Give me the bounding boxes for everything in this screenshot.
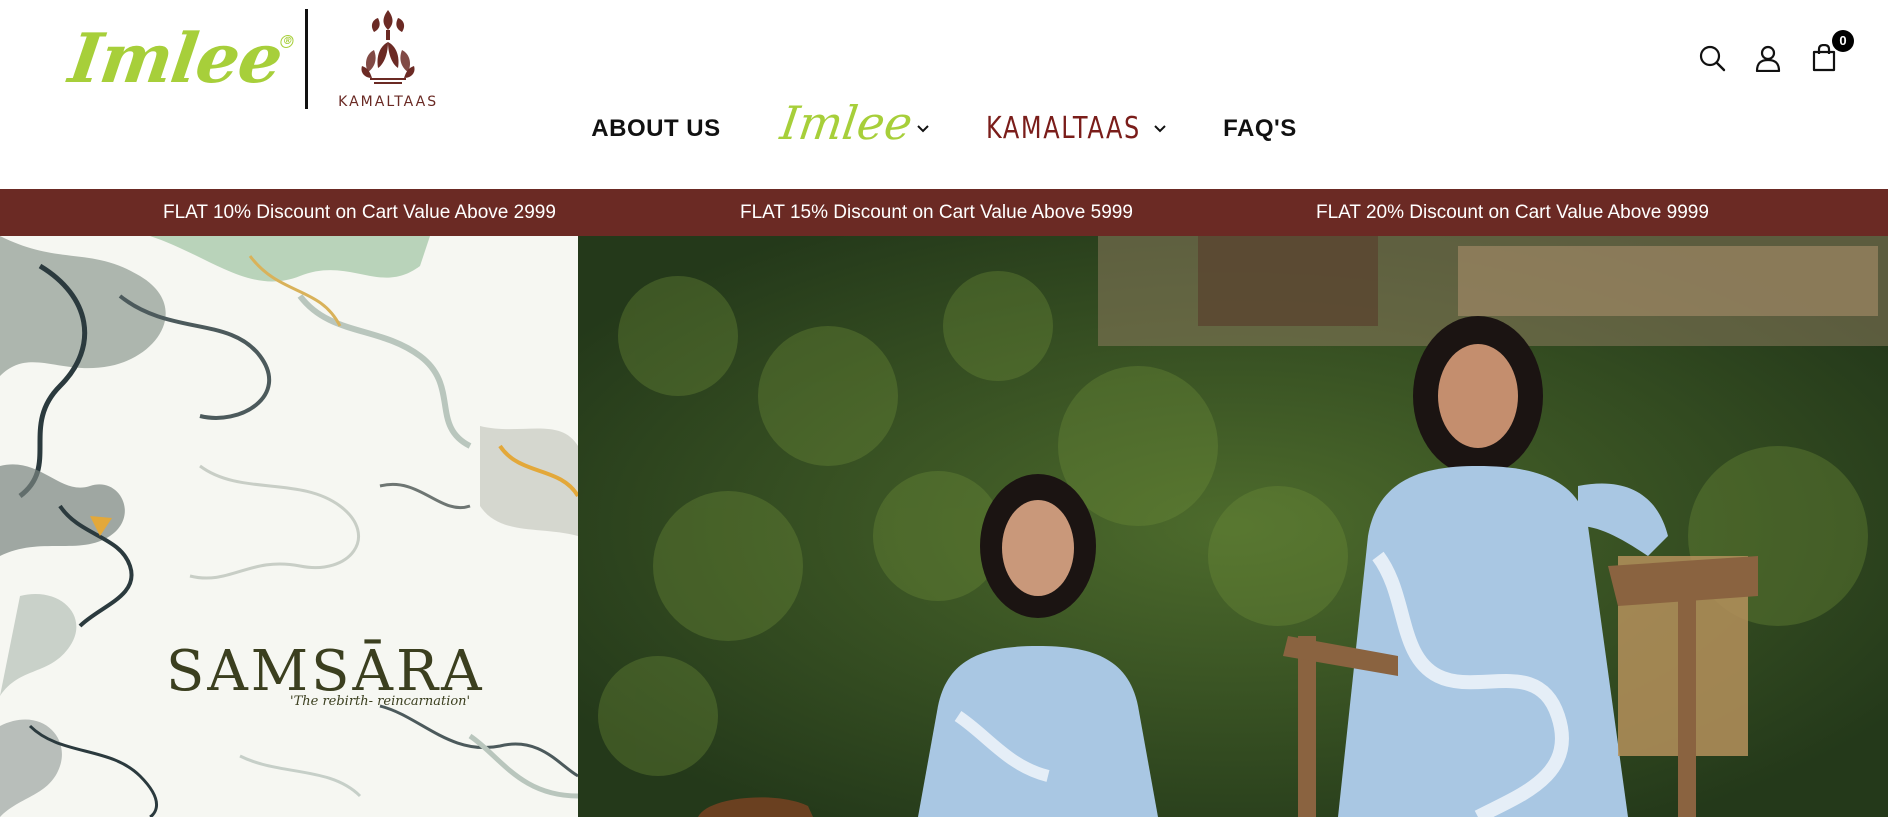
kamaltaas-logo: KAMALTAAS	[338, 8, 438, 110]
collection-subtitle: 'The rebirth- reincarnation'	[290, 694, 471, 709]
chevron-down-icon	[916, 125, 929, 133]
main-nav: ABOUT US Imlee KAMALTAAS FAQ'S	[0, 96, 1888, 150]
kamaltaas-logo-text: KAMALTAAS	[338, 94, 439, 110]
header-icons: 0	[1696, 30, 1854, 74]
promo-item: FLAT 15% Discount on Cart Value Above 59…	[740, 202, 1133, 223]
hero-photo	[578, 236, 1888, 817]
imlee-logo-text: Imlee	[64, 19, 287, 99]
collection-artwork: SAMSĀRA 'The rebirth- reincarnation'	[0, 236, 578, 817]
chevron-down-icon	[1154, 125, 1166, 133]
lotus-icon	[361, 10, 415, 84]
site-logo[interactable]: Imlee ® KAMALTAAS	[64, 8, 438, 110]
collection-title: SAMSĀRA	[166, 639, 485, 704]
search-icon[interactable]	[1696, 42, 1728, 74]
user-icon[interactable]	[1752, 42, 1784, 74]
hero-banner[interactable]: SAMSĀRA 'The rebirth- reincarnation'	[0, 236, 1888, 817]
imlee-logo: Imlee ®	[64, 19, 295, 99]
nav-kamaltaas-logo: KAMALTAAS	[985, 111, 1141, 146]
logo-divider	[305, 9, 309, 109]
site-header: Imlee ® KAMALTAAS 0 ABOUT US Imlee KAMAL…	[0, 0, 1888, 189]
cart-count-badge: 0	[1832, 30, 1854, 52]
nav-faq[interactable]: FAQ'S	[1223, 115, 1297, 143]
nav-about-us[interactable]: ABOUT US	[591, 115, 720, 143]
promo-bar: FLAT 10% Discount on Cart Value Above 29…	[0, 189, 1888, 236]
promo-item: FLAT 20% Discount on Cart Value Above 99…	[1316, 202, 1709, 223]
nav-imlee-logo: Imlee	[776, 96, 916, 150]
promo-item: FLAT 10% Discount on Cart Value Above 29…	[163, 202, 556, 223]
trademark-icon: ®	[279, 35, 295, 48]
models-photo-image	[578, 236, 1888, 817]
nav-kamaltaas[interactable]: KAMALTAAS	[986, 114, 1168, 144]
marble-pattern-image	[0, 236, 578, 817]
shopping-bag-icon[interactable]: 0	[1808, 30, 1854, 74]
nav-imlee[interactable]: Imlee	[777, 96, 930, 150]
